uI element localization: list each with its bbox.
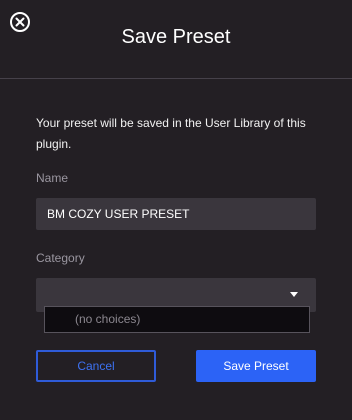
category-dropdown-list: (no choices) bbox=[44, 306, 310, 333]
dropdown-empty-option: (no choices) bbox=[75, 312, 141, 326]
caret-down-icon[interactable] bbox=[290, 292, 298, 297]
dialog-message: Your preset will be saved in the User Li… bbox=[36, 116, 306, 151]
name-input[interactable] bbox=[36, 198, 316, 230]
dialog-title: Save Preset bbox=[121, 26, 231, 48]
category-label: Category bbox=[36, 251, 85, 265]
header-divider bbox=[0, 78, 352, 79]
name-label: Name bbox=[36, 171, 69, 185]
save-preset-button[interactable]: Save Preset bbox=[196, 350, 316, 382]
cancel-button[interactable]: Cancel bbox=[36, 350, 156, 382]
